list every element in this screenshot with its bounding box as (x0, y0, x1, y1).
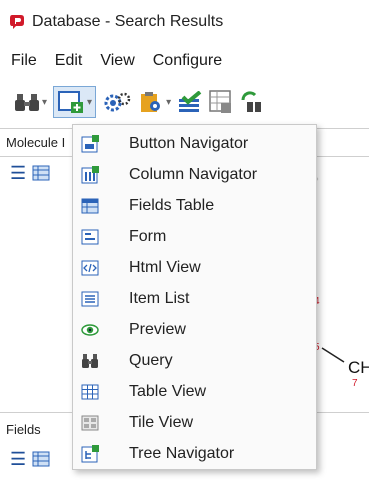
menu-item-column-navigator[interactable]: Column Navigator (73, 160, 316, 190)
title-bar: Database - Search Results (0, 0, 369, 44)
atom-number: 7 (352, 378, 358, 389)
query-binoculars-icon (82, 354, 98, 368)
hamburger-menu-icon[interactable]: ☰ (10, 163, 26, 184)
settings-toolbar-button[interactable] (102, 86, 132, 118)
menu-view[interactable]: View (100, 52, 134, 70)
menu-file[interactable]: File (11, 52, 37, 70)
menu-item-tree-navigator[interactable]: Tree Navigator (73, 439, 316, 469)
refresh-query-toolbar-button[interactable] (239, 86, 263, 118)
check-list-toolbar-button[interactable] (177, 86, 203, 118)
window-title: Database - Search Results (32, 13, 224, 30)
query-toolbar-button[interactable]: ▾ (14, 86, 47, 118)
table-icon[interactable] (32, 451, 50, 467)
chevron-down-icon[interactable]: ▾ (166, 97, 171, 108)
menu-item-preview[interactable]: Preview (73, 315, 316, 345)
fields-panel-label: Fields (6, 422, 41, 437)
menu-item-tile-view[interactable]: Tile View (73, 408, 316, 438)
item-list-icon (81, 291, 99, 307)
hamburger-menu-icon[interactable]: ☰ (10, 449, 26, 470)
tile-view-icon (81, 415, 99, 431)
new-form-icon (58, 91, 84, 113)
menu-item-item-list[interactable]: Item List (73, 284, 316, 314)
menu-item-form[interactable]: Form (73, 222, 316, 252)
clipboard-settings-toolbar-button[interactable]: ▾ (138, 86, 171, 118)
table-view-icon (81, 384, 99, 400)
refresh-binoculars-icon (241, 91, 262, 112)
table-icon[interactable] (32, 165, 50, 181)
main-toolbar: ▾ ▾ ▾ (0, 80, 369, 124)
app-logo-icon (10, 15, 24, 29)
menu-configure[interactable]: Configure (153, 52, 222, 70)
form-icon (81, 229, 99, 245)
menu-item-table-view[interactable]: Table View (73, 377, 316, 407)
molecule-panel-label: Molecule I (6, 135, 66, 150)
table-save-icon (209, 90, 232, 113)
menu-item-fields-table[interactable]: Fields Table (73, 191, 316, 221)
tree-navigator-icon (81, 445, 99, 463)
menu-bar: File Edit View Configure (0, 46, 369, 76)
menu-edit[interactable]: Edit (55, 52, 83, 70)
preview-eye-icon (81, 324, 99, 336)
menu-item-html-view[interactable]: Html View (73, 253, 316, 283)
menu-item-button-navigator[interactable]: Button Navigator (73, 129, 316, 159)
html-view-icon (81, 260, 99, 276)
table-save-toolbar-button[interactable] (209, 86, 233, 118)
new-form-toolbar-button[interactable]: ▾ (53, 86, 97, 118)
button-navigator-icon (81, 135, 99, 153)
chevron-down-icon[interactable]: ▾ (87, 97, 92, 108)
clipboard-gear-icon (141, 92, 161, 112)
check-list-icon (179, 91, 202, 112)
menu-item-query[interactable]: Query (73, 346, 316, 376)
atom-label: CH (348, 358, 369, 377)
fields-table-icon (81, 198, 99, 214)
binoculars-icon (15, 94, 39, 111)
new-form-dropdown-menu: Button Navigator Column Navigator Fields… (72, 124, 317, 470)
gears-icon (104, 92, 131, 112)
chevron-down-icon[interactable]: ▾ (42, 97, 47, 108)
column-navigator-icon (81, 166, 99, 184)
